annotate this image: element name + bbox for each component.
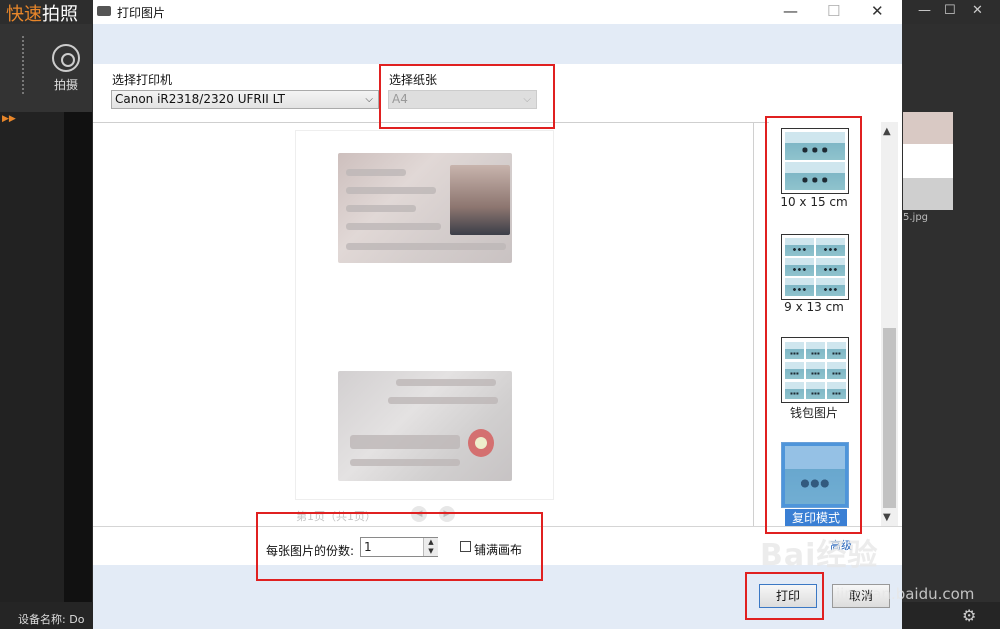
scrollbar-thumb[interactable] <box>883 328 896 508</box>
baidu-watermark-url: jingyan.baidu.com <box>836 585 975 603</box>
annotation-print-box <box>745 572 824 620</box>
dialog-title-bar: 打印图片 — ☐ ✕ <box>93 0 902 24</box>
print-preview <box>295 130 554 500</box>
baidu-watermark: Bai经验 <box>760 538 879 573</box>
app-maximize-icon[interactable]: ☐ <box>944 3 956 18</box>
printer-select[interactable]: Canon iR2318/2320 UFRII LT ⌵ <box>111 90 379 109</box>
camera-icon[interactable] <box>52 44 80 72</box>
dialog-title: 打印图片 <box>117 6 166 20</box>
printer-icon <box>97 6 111 16</box>
image-thumbnail[interactable] <box>903 112 953 210</box>
app-filmstrip <box>64 112 92 602</box>
app-thumbnail-panel <box>902 24 1000 602</box>
scroll-down-icon[interactable]: ▼ <box>883 512 891 523</box>
app-close-icon[interactable]: ✕ <box>972 3 983 18</box>
dialog-minimize-icon[interactable]: — <box>783 2 798 20</box>
capture-button-label[interactable]: 拍摄 <box>54 76 78 93</box>
id-card-front-image <box>338 153 512 263</box>
device-name-label: 设备名称: Do <box>18 613 85 626</box>
annotation-copies-box <box>256 512 543 581</box>
national-emblem-icon <box>468 429 494 457</box>
dialog-header-band <box>93 24 902 64</box>
app-logo: 快速拍照 <box>6 4 78 25</box>
app-toolbar <box>0 24 92 114</box>
dialog-close-icon[interactable]: ✕ <box>871 2 884 20</box>
dialog-maximize-icon: ☐ <box>827 2 841 20</box>
id-card-back-image <box>338 371 512 481</box>
scroll-up-icon[interactable]: ▲ <box>883 126 891 137</box>
gear-icon[interactable]: ⚙ <box>962 606 976 625</box>
portrait-photo <box>450 165 510 235</box>
annotation-layout-box <box>765 116 862 534</box>
printer-label: 选择打印机 <box>112 73 173 87</box>
thumbnail-filename: 5.jpg <box>903 212 929 223</box>
expand-arrow-icon[interactable]: ▶▶ <box>2 114 16 124</box>
toolbar-grip[interactable] <box>22 36 24 96</box>
panel-divider <box>753 122 754 526</box>
printer-select-value: Canon iR2318/2320 UFRII LT <box>115 92 285 106</box>
chevron-down-icon: ⌵ <box>365 94 373 105</box>
app-minimize-icon[interactable]: — <box>918 3 931 18</box>
annotation-paper-box <box>379 64 555 129</box>
